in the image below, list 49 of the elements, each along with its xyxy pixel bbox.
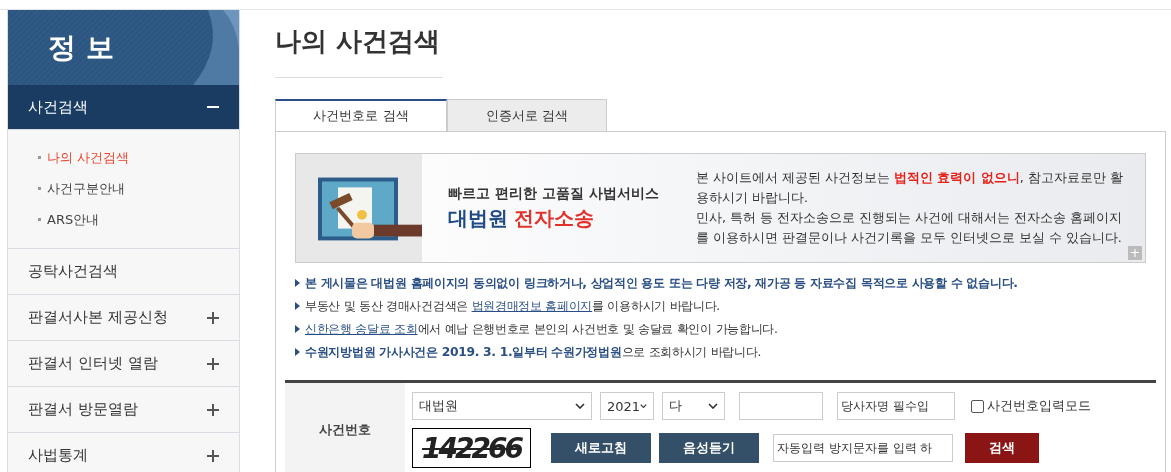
bullet-icon xyxy=(295,348,300,356)
captcha-image: 142266 xyxy=(412,428,531,468)
sidebar-item[interactable]: 공탁사건검색 xyxy=(8,249,239,295)
bullet-icon xyxy=(295,279,300,287)
year-select[interactable]: 2021 xyxy=(600,392,654,420)
party-name-field[interactable]: 당사자명 필수입 xyxy=(837,392,955,420)
sidebar-item[interactable]: 판결서 인터넷 열람 xyxy=(8,341,239,387)
notice-text: 수원지방법원 가사사건은 2019. 3. 1.일부터 수원가정법원으로 조회하시기 바랍니다. xyxy=(295,341,1146,364)
submenu-item[interactable]: 나의 사건검색 xyxy=(38,142,239,173)
captcha-field[interactable]: 자동입력 방지문자를 입력 하 xyxy=(773,434,953,462)
court-select[interactable]: 대법원 xyxy=(412,392,592,420)
search-button[interactable]: 검색 xyxy=(965,433,1039,463)
link[interactable]: 법원경매정보 홈페이지 xyxy=(471,299,593,313)
bullet-icon xyxy=(295,325,300,333)
expand-icon xyxy=(207,311,219,324)
banner-brand: 대법원 xyxy=(448,204,508,232)
chevron-icon xyxy=(575,403,585,409)
case-number-field[interactable] xyxy=(739,392,823,420)
mode-checkbox[interactable]: 사건번호입력모드 xyxy=(971,397,1091,415)
sidebar-item[interactable]: 사건검색 xyxy=(8,85,239,130)
audio-button[interactable]: 음성듣기 xyxy=(659,433,759,463)
banner-notice: 민사, 특허 등 전자소송으로 진행되는 사건에 대해서는 전자소송 홈페이지를 이용하시면 판결문이나 사건기록을 모두 인터넷으로 보실 수 있습니다. xyxy=(696,209,1123,247)
page-title: 나의 사건검색 xyxy=(275,24,443,78)
notice-text: 본 게시물은 대법원 홈페이지의 동의없이 링크하거나, 상업적인 용도 또는 다량 저장, 재가공 등 자료수집 목적으로 사용할 수 없습니다. xyxy=(295,272,1146,295)
type-select[interactable]: 다 xyxy=(662,392,725,420)
sidebar-title: 정 보 xyxy=(48,29,114,66)
tab[interactable]: 사건번호로 검색 xyxy=(275,99,447,131)
banner[interactable]: 빠르고 편리한 고품질 사법서비스 대법원 전자소송 본 사이트에서 제공된 사건정보는 법적인 효력이 없으니, 참고자료로만 활용하시기 바랍니다. 민사, 특허 등 전자소송으로 진행되는 사건에 대해서는 전자소송 홈페이지를 이용하시면 판결문이나 사건기록을 모두 인터넷으로 보실 수 있습니다. + xyxy=(295,153,1146,263)
expand-icon xyxy=(207,403,219,416)
notice-text: 신한은행 송달료 조회에서 예납 은행번호로 본인의 사건번호 및 송달료 확인이 가능합니다. xyxy=(295,318,1146,341)
tab[interactable]: 인증서로 검색 xyxy=(447,99,607,131)
submenu-item[interactable]: 사건구분안내 xyxy=(38,173,239,204)
banner-notice: 본 사이트에서 제공된 사건정보는 법적인 효력이 없으니, 참고자료로만 활용하시기 바랍니다. xyxy=(696,169,1124,207)
expand-icon xyxy=(207,449,219,462)
notice-text: 부동산 및 동산 경매사건검색은 법원경매정보 홈페이지 를 이용하시기 바랍니다. xyxy=(295,295,1146,318)
expand-icon xyxy=(207,357,219,370)
bullet-icon xyxy=(295,302,300,310)
chevron-icon xyxy=(708,403,718,409)
banner-brand-accent: 전자소송 xyxy=(514,204,594,232)
link[interactable]: 신한은행 송달료 조회 xyxy=(305,322,418,336)
banner-tagline: 빠르고 편리한 고품질 사법서비스 xyxy=(448,184,660,203)
sidebar-item[interactable]: 판결서 방문열람 xyxy=(8,387,239,433)
refresh-button[interactable]: 새로고침 xyxy=(551,433,651,463)
field-label: 사건번호 xyxy=(285,383,405,472)
sidebar-item[interactable]: 판결서사본 제공신청 xyxy=(8,295,239,341)
submenu-item[interactable]: ARS안내 xyxy=(38,204,239,235)
chevron-icon xyxy=(640,403,647,409)
sidebar-item[interactable]: 사법통계 xyxy=(8,433,239,472)
checkbox[interactable] xyxy=(971,399,984,413)
